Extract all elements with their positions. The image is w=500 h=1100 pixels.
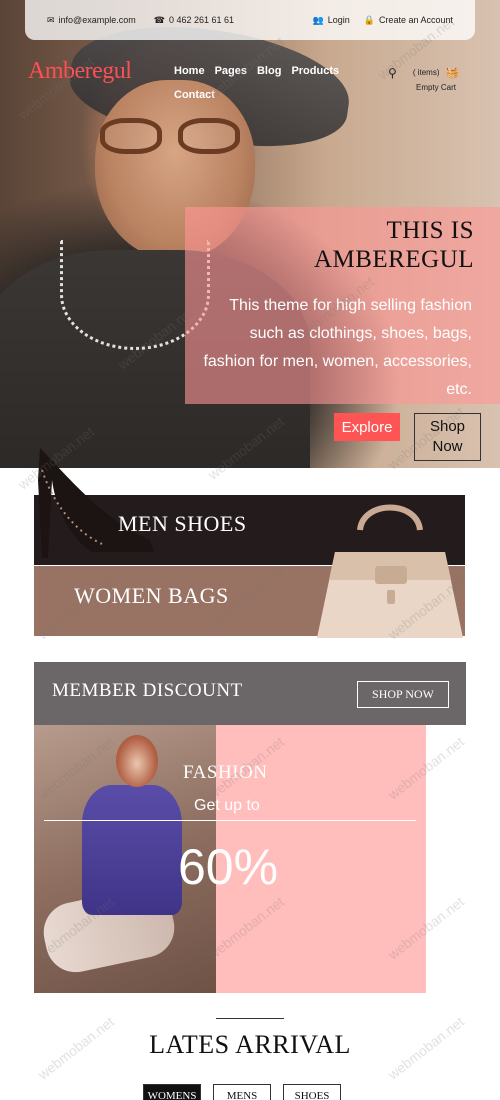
login-link[interactable]: 👥 Login [312, 15, 349, 25]
shop-now-line2: Now [432, 438, 463, 455]
mail-icon: ✉ [47, 14, 55, 25]
shop-now-button[interactable]: Shop Now [414, 413, 481, 461]
arrival-title: LATES ARRIVAL [149, 1030, 351, 1059]
cart-widget[interactable]: ( items) 🧺 Empty Cart [408, 66, 464, 92]
women-bags-title[interactable]: WOMEN BAGS [74, 583, 229, 609]
hero-description: This theme for high selling fashion such… [203, 297, 472, 398]
explore-button[interactable]: Explore [334, 413, 400, 441]
hero-title: THIS IS AMBEREGUL [254, 216, 474, 274]
email-text: info@example.com [58, 15, 136, 25]
promo-subtitle: Get up to [194, 797, 260, 814]
create-account-label: Create an Account [378, 15, 453, 25]
hero-glasses-shape [100, 118, 240, 154]
cart-items-count: ( items) [412, 68, 440, 77]
nav-home[interactable]: Home [174, 65, 205, 77]
nav-contact[interactable]: Contact [174, 89, 215, 101]
top-bar: ✉ info@example.com ☎ 0 462 261 61 61 👥 L… [25, 0, 475, 40]
email-contact[interactable]: ✉ info@example.com [47, 15, 136, 25]
tab-mens[interactable]: MENS [213, 1084, 271, 1100]
users-icon: 👥 [312, 14, 324, 25]
shop-now-line1: Shop [429, 418, 466, 435]
phone-icon: ☎ [153, 14, 165, 25]
member-shop-now-button[interactable]: SHOP NOW [357, 681, 449, 708]
phone-text: 0 462 261 61 61 [168, 15, 234, 25]
model-head-shape [116, 735, 158, 787]
search-icon[interactable]: ⚲ [388, 66, 400, 80]
login-label: Login [327, 15, 350, 25]
tab-womens[interactable]: WOMENS [143, 1084, 201, 1100]
create-account-link[interactable]: 🔒 Create an Account [364, 15, 453, 25]
nav-blog[interactable]: Blog [257, 65, 281, 77]
model-coat-shape [82, 785, 182, 915]
nav-pages[interactable]: Pages [215, 65, 247, 77]
cart-empty-label: Empty Cart [415, 83, 456, 92]
tab-shoes[interactable]: SHOES [283, 1084, 341, 1100]
site-logo[interactable]: Amberegul [28, 58, 132, 85]
arrival-tabs: WOMENS MENS SHOES [143, 1084, 341, 1100]
promo-label: FASHION [183, 762, 268, 783]
hero-title-line1: THIS IS [386, 217, 474, 244]
hero-title-line2: AMBEREGUL [313, 246, 474, 273]
basket-icon: 🧺 [445, 67, 460, 79]
promo-percent: 60% [178, 839, 279, 895]
promo-divider [44, 820, 416, 821]
high-heel-shoe-image [38, 448, 154, 558]
handbag-image [317, 504, 463, 638]
phone-contact[interactable]: ☎ 0 462 261 61 61 [154, 15, 234, 25]
men-shoes-title[interactable]: MEN SHOES [118, 511, 247, 537]
arrival-divider [216, 1018, 284, 1019]
lock-icon: 🔒 [363, 14, 375, 25]
main-nav: Home Pages Blog Products Contact [174, 65, 364, 101]
nav-products[interactable]: Products [291, 65, 339, 77]
member-discount-title: MEMBER DISCOUNT [52, 680, 243, 701]
